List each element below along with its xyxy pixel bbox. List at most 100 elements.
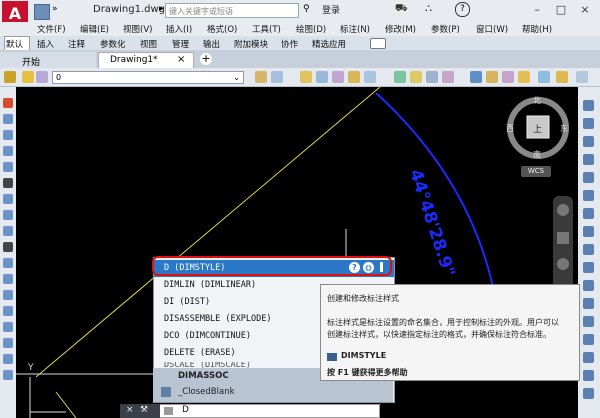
right-tool-6-icon[interactable] [583,190,594,201]
sun-icon[interactable] [36,71,48,83]
offset-icon[interactable] [3,274,13,284]
fillet-icon[interactable] [3,306,13,316]
layer-tool-9-icon[interactable] [442,71,454,83]
wrench-icon[interactable]: ⚒ [140,405,148,415]
polyline-icon[interactable] [502,71,514,83]
right-tool-2-icon[interactable] [583,118,594,129]
tab-drawing[interactable]: Drawing1* [110,55,158,65]
tab-collaborate[interactable]: 协作 [281,38,298,50]
layer-previous-icon[interactable] [271,71,283,83]
tab-insert[interactable]: 插入 [37,38,54,50]
layer-dropdown[interactable]: 0 ⌄ [52,71,244,84]
arc-icon[interactable] [486,71,498,83]
chamfer-icon[interactable] [3,322,13,332]
extend-icon[interactable] [3,258,13,268]
move-icon[interactable] [3,178,13,188]
right-tool-12-icon[interactable] [583,298,594,309]
ortho-icon[interactable] [556,71,568,83]
spline-icon[interactable] [3,338,13,348]
layer-tool-1-icon[interactable] [300,71,312,83]
measure-icon[interactable] [470,71,482,83]
layer-tool-6-icon[interactable] [394,71,406,83]
tab-annotate[interactable]: 注释 [68,38,85,50]
tab-output[interactable]: 输出 [203,38,220,50]
right-tool-7-icon[interactable] [583,208,594,219]
wcs-menu[interactable]: WCS [521,166,551,177]
layer-tool-4-icon[interactable] [348,71,360,83]
menu-insert[interactable]: 插入(I) [166,23,192,35]
viewcube[interactable]: 北 南 西 东 上 WCS [503,94,573,177]
compass-west[interactable]: 西 [506,123,514,134]
tab-parametric[interactable]: 参数化 [100,38,126,50]
right-tool-11-icon[interactable] [583,280,594,291]
menu-edit[interactable]: 编辑(E) [80,23,109,35]
layer-tool-8-icon[interactable] [426,71,438,83]
rotate-icon[interactable] [3,194,13,204]
right-tool-1-icon[interactable] [583,100,594,111]
sysvar-item[interactable]: DIMASSOC [178,371,229,381]
dimension-icon[interactable] [518,71,530,83]
ellipse-icon[interactable] [3,354,13,364]
compass-east[interactable]: 东 [560,123,568,134]
hatch-icon[interactable] [3,370,13,380]
menu-modify[interactable]: 修改(M) [385,23,416,35]
new-tab-icon[interactable]: + [200,53,212,65]
minimize-button[interactable]: – [525,2,549,18]
help-icon[interactable]: ? [455,2,470,17]
menu-format[interactable]: 格式(O) [207,23,237,35]
tab-addins[interactable]: 附加模块 [234,38,268,50]
right-tool-9-icon[interactable] [583,244,594,255]
right-tool-10-icon[interactable] [583,262,594,273]
viewcube-top-face[interactable]: 上 [533,122,542,135]
tab-close-icon[interactable]: × [177,54,185,65]
menu-draw[interactable]: 绘图(D) [296,23,326,35]
login-button[interactable]: 登录 [322,3,340,16]
line-tool-icon[interactable] [3,98,13,108]
right-tool-8-icon[interactable] [583,226,594,237]
layer-tool-2-icon[interactable] [316,71,328,83]
polyline-tool-icon[interactable] [3,130,13,140]
binoculars-icon[interactable]: ⚲ [303,4,310,14]
community-icon[interactable]: ⛬ [425,3,432,14]
close-window-button[interactable]: × [573,2,597,18]
layer-tool-3-icon[interactable] [332,71,344,83]
block-item[interactable]: _ClosedBlank [178,387,235,397]
right-tool-5-icon[interactable] [583,172,594,183]
layer-match-icon[interactable] [255,71,267,83]
right-tool-17-icon[interactable] [583,388,594,399]
cart-icon[interactable]: ⛟ [395,3,408,16]
ribbon-toggle-icon[interactable] [370,38,386,49]
mirror-icon[interactable] [3,226,13,236]
toolbar-more-icon[interactable] [576,71,588,83]
tab-featured-apps[interactable]: 精选应用 [312,38,346,50]
layer-properties-icon[interactable] [4,71,16,83]
copy-icon[interactable] [3,210,13,220]
menu-parametric[interactable]: 参数(P) [431,23,460,35]
menu-help[interactable]: 帮助(H) [522,23,552,35]
menu-dimension[interactable]: 标注(N) [340,23,370,35]
layer-tool-7-icon[interactable] [410,71,422,83]
right-tool-14-icon[interactable] [583,334,594,345]
rectangle-icon[interactable] [3,162,13,172]
trim-icon[interactable] [3,242,13,252]
compass-north[interactable]: 北 [533,95,541,106]
menu-file[interactable]: 文件(F) [37,23,66,35]
menu-view[interactable]: 视图(V) [123,23,152,35]
command-input[interactable]: D [182,405,189,415]
steeringwheel-icon[interactable] [557,204,569,216]
right-tool-3-icon[interactable] [583,136,594,147]
menu-tools[interactable]: 工具(T) [252,23,281,35]
polygon-icon[interactable] [3,146,13,156]
tab-start[interactable]: 开始 [22,55,40,68]
close-icon[interactable]: × [126,405,134,415]
compass-south[interactable]: 南 [533,149,541,160]
pan-icon[interactable] [557,232,569,244]
tab-default[interactable]: 默认 [6,38,23,50]
tab-view[interactable]: 视图 [140,38,157,50]
right-tool-13-icon[interactable] [583,316,594,327]
maximize-button[interactable]: □ [549,2,573,18]
array-icon[interactable] [3,290,13,300]
save-icon[interactable] [34,4,50,20]
layer-tool-5-icon[interactable] [364,71,376,83]
menu-window[interactable]: 窗口(W) [476,23,508,35]
